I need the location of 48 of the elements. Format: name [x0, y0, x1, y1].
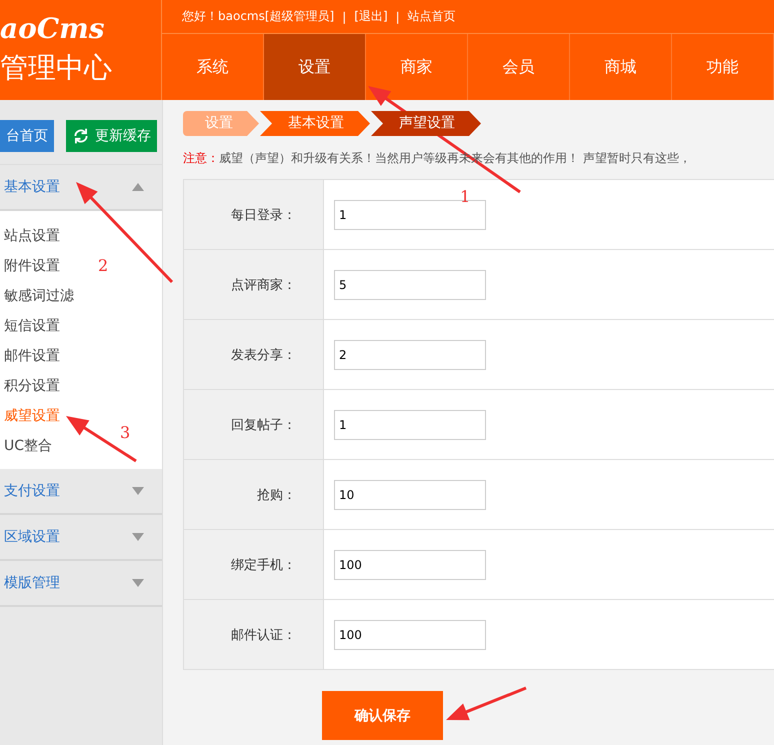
logo-subtitle: 管理中心 — [0, 50, 113, 86]
save-button[interactable]: 确认保存 — [322, 691, 443, 740]
caret-icon — [132, 183, 144, 191]
input-field[interactable]: 10 — [334, 480, 486, 510]
sidebar-item[interactable]: 积分设置 — [0, 371, 60, 401]
sidebar-item[interactable]: UC整合 — [0, 431, 52, 461]
annotation-arrow — [66, 416, 137, 462]
sidebar-group[interactable]: 模版管理 — [0, 561, 162, 607]
logo-text: aoCms — [0, 11, 106, 46]
refresh-icon — [72, 127, 90, 145]
field-label: 点评商家： — [184, 250, 324, 319]
refresh-cache-button[interactable]: 更新缓存 — [66, 120, 157, 152]
field-label: 发表分享： — [184, 320, 324, 389]
field-label: 回复帖子： — [184, 390, 324, 459]
breadcrumb-item[interactable]: 声望设置 — [371, 111, 481, 136]
field-label: 抢购： — [184, 460, 324, 529]
caret-icon — [132, 487, 144, 495]
input-field[interactable]: 5 — [334, 270, 486, 300]
home-button[interactable]: 台首页 — [0, 120, 54, 152]
sidebar-group[interactable]: 区域设置 — [0, 515, 162, 561]
annotation-number: 3 — [120, 423, 130, 442]
top-link[interactable]: 站点首页 — [408, 8, 456, 25]
nav-tab[interactable]: 会员 — [468, 34, 570, 100]
sidebar-item[interactable]: 威望设置 — [0, 401, 60, 431]
field-label: 邮件认证： — [184, 600, 324, 669]
input-field[interactable]: 100 — [334, 620, 486, 650]
sidebar-item[interactable]: 敏感词过滤 — [0, 281, 74, 311]
sidebar-item[interactable]: 邮件设置 — [0, 341, 60, 371]
sidebar-item[interactable]: 站点设置 — [0, 221, 60, 251]
field-label: 每日登录： — [184, 180, 324, 249]
separator-text: | — [342, 10, 346, 24]
sidebar-item[interactable]: 附件设置 — [0, 251, 60, 281]
input-field[interactable]: 2 — [334, 340, 486, 370]
input-field[interactable]: 100 — [334, 550, 486, 580]
top-link[interactable]: [退出] — [354, 8, 388, 25]
sidebar-group[interactable]: 支付设置 — [0, 469, 162, 515]
greeting-text: 您好！baocms[超级管理员] — [182, 8, 334, 25]
input-field[interactable]: 1 — [334, 410, 486, 440]
breadcrumb-item[interactable]: 基本设置 — [260, 111, 370, 136]
caret-icon — [132, 533, 144, 541]
caret-icon — [132, 579, 144, 587]
sidebar-item[interactable]: 短信设置 — [0, 311, 60, 341]
nav-tab[interactable]: 设置 — [264, 34, 366, 100]
field-label: 绑定手机： — [184, 530, 324, 599]
nav-tab[interactable]: 商城 — [570, 34, 672, 100]
separator-text: | — [396, 10, 400, 24]
annotation-number: 2 — [98, 256, 108, 275]
nav-tab[interactable]: 功能 — [672, 34, 774, 100]
